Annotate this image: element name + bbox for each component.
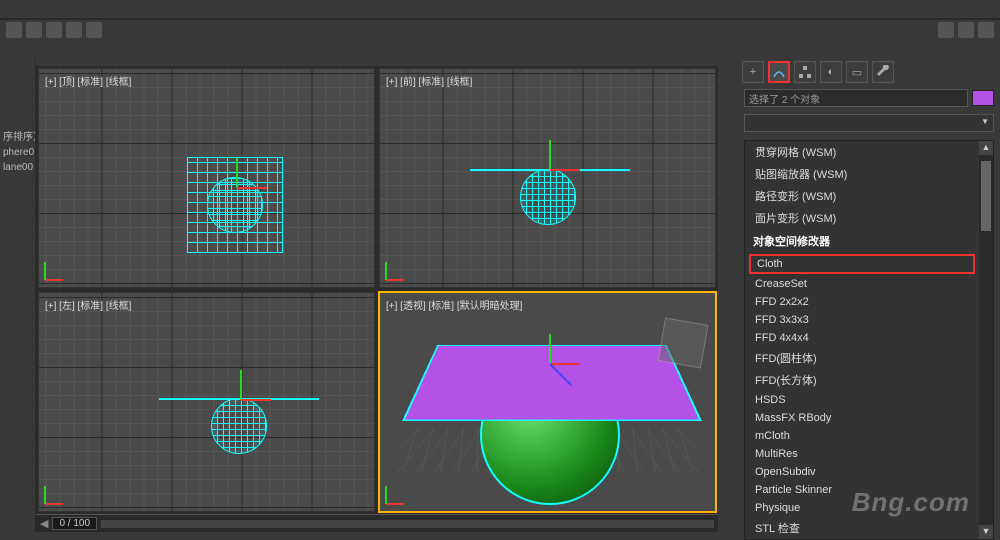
viewcube[interactable] xyxy=(658,318,709,369)
modify-icon xyxy=(772,65,786,79)
command-panel: + ◐ ▭ 贯穿网格 (WSM) 贴图缩放器 (WSM) 路径变形 (WSM) … xyxy=(738,58,1000,532)
timeline-prev-icon[interactable]: ◀ xyxy=(40,517,48,530)
modifier-list-dropdown[interactable] xyxy=(744,114,994,132)
modifier-item[interactable]: Physique xyxy=(745,499,979,517)
transform-gizmo[interactable] xyxy=(520,333,580,393)
transform-gizmo[interactable] xyxy=(207,157,267,217)
sort-header: 序排序） xyxy=(0,126,35,145)
modifier-list[interactable]: 贯穿网格 (WSM) 贴图缩放器 (WSM) 路径变形 (WSM) 面片变形 (… xyxy=(745,141,979,539)
modifier-item[interactable]: FFD 4x4x4 xyxy=(745,329,979,347)
modifier-category-header: 对象空间修改器 xyxy=(745,229,979,253)
timeline[interactable]: ◀ 0 / 100 xyxy=(36,514,718,532)
selection-row xyxy=(738,86,1000,110)
scene-item[interactable]: lane00 xyxy=(0,160,35,175)
motion-tab[interactable]: ◐ xyxy=(820,61,842,83)
global-toolbar xyxy=(0,20,1000,40)
modifier-item[interactable]: FFD 3x3x3 xyxy=(745,311,979,329)
axis-tripod xyxy=(386,251,416,281)
utilities-tab[interactable] xyxy=(872,61,894,83)
tool-icon[interactable] xyxy=(958,22,974,38)
timeline-track[interactable] xyxy=(101,520,714,528)
viewport-top[interactable]: [+] [顶] [标准] [线框] xyxy=(38,68,375,288)
axis-tripod xyxy=(45,251,75,281)
tool-icon[interactable] xyxy=(26,22,42,38)
modifier-item[interactable]: 路径变形 (WSM) xyxy=(745,185,979,207)
modifier-item[interactable]: 贯穿网格 (WSM) xyxy=(745,141,979,163)
tool-icon[interactable] xyxy=(46,22,62,38)
modifier-item[interactable]: FFD(圆柱体) xyxy=(745,347,979,369)
modifier-item[interactable]: OpenSubdiv xyxy=(745,463,979,481)
display-tab[interactable]: ▭ xyxy=(846,61,868,83)
modifier-item[interactable]: 面片变形 (WSM) xyxy=(745,207,979,229)
modifier-item[interactable]: STL 检查 xyxy=(745,517,979,539)
modifier-item[interactable]: FFD(长方体) xyxy=(745,369,979,391)
modifier-item[interactable]: HSDS xyxy=(745,391,979,409)
modifier-item[interactable]: FFD 2x2x2 xyxy=(745,293,979,311)
viewport-front[interactable]: [+] [前] [标准] [线框] xyxy=(379,68,716,288)
scroll-thumb[interactable] xyxy=(981,161,991,231)
viewport-label[interactable]: [+] [左] [标准] [线框] xyxy=(45,297,131,312)
transform-gizmo[interactable] xyxy=(520,139,580,199)
modifier-item[interactable]: CreaseSet xyxy=(745,275,979,293)
scene-explorer: 序排序） phere0 lane00 xyxy=(0,58,36,532)
hierarchy-icon xyxy=(798,65,812,79)
wrench-icon xyxy=(876,65,890,79)
modifier-item[interactable]: Particle Skinner xyxy=(745,481,979,499)
scroll-up-icon[interactable]: ▲ xyxy=(979,141,993,155)
viewport-left[interactable]: [+] [左] [标准] [线框] xyxy=(38,292,375,512)
scroll-down-icon[interactable]: ▼ xyxy=(979,525,993,539)
tool-icon[interactable] xyxy=(6,22,22,38)
modifier-item[interactable]: MassFX RBody xyxy=(745,409,979,427)
modifier-item[interactable]: 贴图缩放器 (WSM) xyxy=(745,163,979,185)
selection-name-input[interactable] xyxy=(744,89,968,107)
create-tab[interactable]: + xyxy=(742,61,764,83)
frame-counter[interactable]: 0 / 100 xyxy=(52,517,97,530)
modify-tab[interactable] xyxy=(768,61,790,83)
axis-tripod xyxy=(45,475,75,505)
viewport-label[interactable]: [+] [前] [标准] [线框] xyxy=(386,73,472,88)
viewport-label[interactable]: [+] [透视] [标准] [默认明暗处理] xyxy=(386,297,522,312)
axis-tripod xyxy=(386,475,416,505)
modifier-item[interactable]: MultiRes xyxy=(745,445,979,463)
tool-icon[interactable] xyxy=(978,22,994,38)
scene-item[interactable]: phere0 xyxy=(0,145,35,160)
modifier-dropdown-open: 贯穿网格 (WSM) 贴图缩放器 (WSM) 路径变形 (WSM) 面片变形 (… xyxy=(744,140,994,540)
tool-icon[interactable] xyxy=(86,22,102,38)
object-color-swatch[interactable] xyxy=(972,90,994,106)
viewport-grid xyxy=(39,293,374,511)
viewport-perspective[interactable]: [+] [透视] [标准] [默认明暗处理] xyxy=(379,292,716,512)
command-panel-tabs: + ◐ ▭ xyxy=(738,58,1000,86)
tool-icon[interactable] xyxy=(938,22,954,38)
viewports-grid: [+] [顶] [标准] [线框] [+] [前] [标准] [线框] [+] … xyxy=(36,66,718,514)
modifier-item-cloth[interactable]: Cloth xyxy=(749,254,975,274)
tool-icon[interactable] xyxy=(66,22,82,38)
modifier-item[interactable]: mCloth xyxy=(745,427,979,445)
hierarchy-tab[interactable] xyxy=(794,61,816,83)
transform-gizmo[interactable] xyxy=(211,369,271,429)
modifier-scrollbar[interactable]: ▲ ▼ xyxy=(979,141,993,539)
viewport-label[interactable]: [+] [顶] [标准] [线框] xyxy=(45,73,131,88)
